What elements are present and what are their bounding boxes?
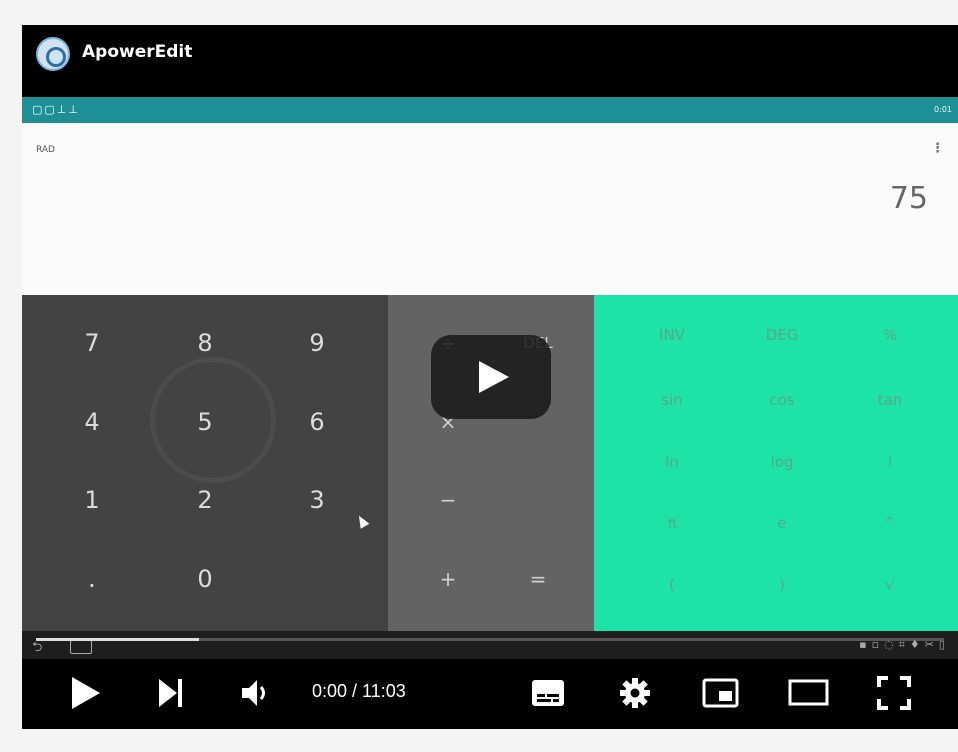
fullscreen-icon[interactable] — [876, 675, 912, 711]
status-time: 0:01 — [934, 105, 952, 114]
angle-mode-label: RAD — [36, 145, 55, 155]
back-icon: ⮌ — [32, 640, 43, 655]
key-7[interactable]: 7 — [84, 329, 99, 357]
key-decimal[interactable]: . — [88, 565, 96, 593]
key-2[interactable]: 2 — [197, 486, 212, 514]
key-percent[interactable]: % — [883, 326, 897, 344]
progress-bar[interactable] — [36, 638, 944, 641]
android-status-bar: ▢▢⊥⊥ 0:01 — [22, 97, 958, 123]
key-deg[interactable]: DEG — [766, 326, 799, 344]
key-8[interactable]: 8 — [197, 329, 212, 357]
key-9[interactable]: 9 — [309, 329, 324, 357]
key-pi[interactable]: π — [667, 514, 676, 532]
key-open-paren[interactable]: ( — [669, 576, 675, 594]
player-controls: 0:00 / 11:03 — [22, 659, 958, 729]
touch-ripple — [150, 357, 276, 483]
key-log[interactable]: log — [771, 453, 794, 471]
key-minus[interactable]: − — [440, 488, 457, 512]
key-6[interactable]: 6 — [309, 408, 324, 436]
video-player[interactable]: ApowerEdit ▢▢⊥⊥ 0:01 RAD ⋮ 75 7 8 9 4 5 … — [22, 25, 958, 729]
key-sin[interactable]: sin — [661, 391, 683, 409]
home-icon — [70, 640, 92, 654]
progress-bar-fill — [36, 638, 200, 641]
settings-gear-icon[interactable] — [618, 676, 652, 710]
key-tan[interactable]: tan — [878, 391, 903, 409]
notification-icons: ▢▢⊥⊥ — [32, 103, 80, 116]
android-nav-bar: ⮌ ▪▫◌⌗♦✂▯ — [22, 631, 958, 659]
volume-icon[interactable] — [240, 677, 276, 709]
app-title: ApowerEdit — [82, 42, 193, 62]
key-4[interactable]: 4 — [84, 408, 99, 436]
key-0[interactable]: 0 — [197, 565, 212, 593]
overflow-menu-icon[interactable]: ⋮ — [931, 141, 944, 156]
advanced-pad: INV DEG % sin cos tan ln log ! π e ^ ( )… — [594, 295, 958, 631]
time-display: 0:00 / 11:03 — [312, 681, 406, 701]
miniplayer-icon[interactable] — [702, 677, 740, 709]
key-ln[interactable]: ln — [665, 453, 679, 471]
subtitles-icon[interactable] — [530, 677, 566, 709]
app-titlebar: ApowerEdit — [22, 25, 958, 97]
key-cos[interactable]: cos — [769, 391, 794, 409]
app-logo-icon — [36, 37, 70, 71]
key-plus[interactable]: + — [440, 567, 457, 591]
key-close-paren[interactable]: ) — [779, 576, 785, 594]
calculator-display: RAD ⋮ 75 — [22, 123, 958, 295]
result-value: 75 — [889, 181, 928, 216]
key-inv[interactable]: INV — [659, 326, 685, 344]
key-equals[interactable]: = — [530, 567, 547, 591]
key-power[interactable]: ^ — [884, 514, 897, 532]
large-play-button[interactable] — [431, 335, 551, 419]
theater-mode-icon[interactable] — [788, 678, 830, 708]
key-factorial[interactable]: ! — [887, 453, 893, 471]
play-icon[interactable] — [70, 675, 102, 711]
key-e[interactable]: e — [777, 514, 786, 532]
next-icon[interactable] — [157, 677, 185, 709]
key-3[interactable]: 3 — [309, 486, 324, 514]
key-sqrt[interactable]: √ — [885, 576, 895, 594]
key-1[interactable]: 1 — [84, 486, 99, 514]
